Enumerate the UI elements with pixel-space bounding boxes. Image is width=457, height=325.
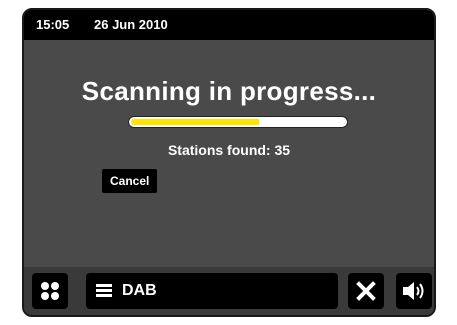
scan-title: Scanning in progress... — [81, 76, 377, 106]
status-bar: 15:05 26 Jun 2010 — [24, 10, 434, 40]
stations-found-text: Stations found: 35 — [167, 142, 291, 158]
source-label: DAB — [122, 282, 157, 299]
menu-button[interactable] — [32, 273, 68, 309]
clock-date: 26 Jun 2010 — [94, 17, 168, 32]
volume-button[interactable] — [396, 273, 432, 309]
close-icon — [356, 281, 376, 301]
list-icon — [96, 284, 112, 298]
clock-time: 15:05 — [36, 17, 70, 32]
cancel-button[interactable]: Cancel — [102, 169, 158, 193]
scan-progress-bar — [128, 116, 348, 128]
source-button[interactable]: DAB — [86, 273, 338, 309]
bottom-bar: DAB — [24, 267, 434, 315]
scan-progress-fill — [131, 119, 260, 125]
grid-dots-icon — [41, 282, 59, 300]
speaker-volume-icon — [403, 282, 424, 300]
radio-screen: 15:05 26 Jun 2010 Scanning in progress..… — [22, 8, 436, 317]
close-button[interactable] — [348, 273, 384, 309]
